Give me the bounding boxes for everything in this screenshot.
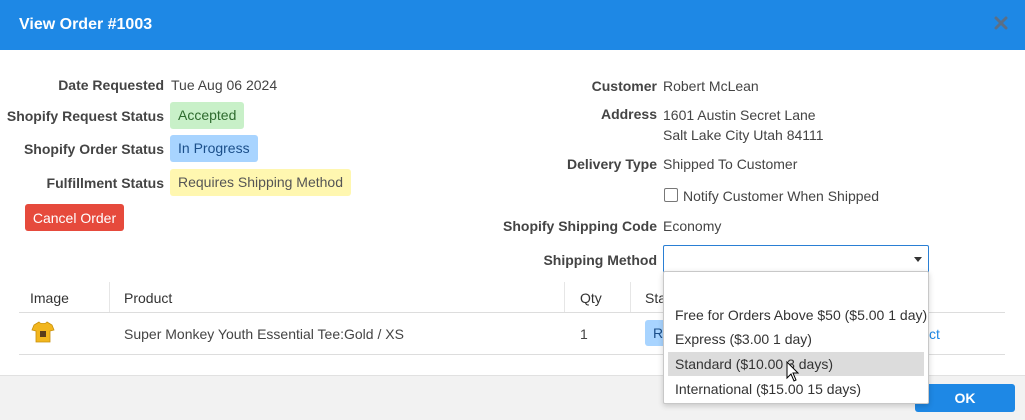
close-icon[interactable] [991, 13, 1011, 33]
table-cell-qty: 1 [580, 326, 588, 342]
address-line1: 1601 Austin Secret Lane [663, 107, 816, 123]
fulfillment-status-badge: Requires Shipping Method [170, 169, 351, 196]
notify-customer-checkbox[interactable] [664, 188, 678, 202]
shopify-request-status-badge: Accepted [170, 102, 245, 129]
column-divider [564, 282, 565, 312]
delivery-type-label: Delivery Type [566, 156, 657, 172]
customer-value: Robert McLean [663, 78, 759, 94]
shopify-shipping-code-value: Economy [663, 218, 722, 234]
table-header-product: Product [124, 290, 173, 306]
row-action-link[interactable]: ct [929, 326, 940, 342]
address-label: Address [600, 106, 657, 122]
tshirt-icon [31, 321, 55, 343]
mouse-cursor-icon [786, 361, 800, 382]
shipping-method-select[interactable] [663, 245, 929, 273]
column-divider [109, 282, 110, 312]
dropdown-option-express[interactable]: Express ($3.00 1 day) [668, 327, 924, 351]
address-line2: Salt Lake City Utah 84111 [663, 127, 824, 143]
cancel-order-button[interactable]: Cancel Order [25, 204, 124, 231]
delivery-type-value: Shipped To Customer [663, 156, 798, 172]
shopify-shipping-code-label: Shopify Shipping Code [503, 218, 657, 234]
shopify-order-status-label: Shopify Order Status [23, 141, 164, 157]
shipping-method-label: Shipping Method [543, 252, 657, 268]
dropdown-option-empty[interactable] [668, 280, 924, 304]
dropdown-option-free[interactable]: Free for Orders Above $50 ($5.00 1 day) [668, 303, 927, 327]
chevron-down-icon [914, 257, 922, 262]
column-divider [630, 282, 631, 312]
table-header-qty: Qty [580, 290, 602, 306]
table-header-image: Image [30, 290, 69, 306]
shopify-order-status-badge: In Progress [170, 135, 258, 162]
fulfillment-status-label: Fulfillment Status [46, 175, 164, 191]
date-requested-value: Tue Aug 06 2024 [171, 77, 278, 93]
shopify-request-status-label: Shopify Request Status [6, 108, 164, 124]
ok-button[interactable]: OK [915, 384, 1015, 412]
shipping-method-dropdown: Free for Orders Above $50 ($5.00 1 day) … [663, 271, 929, 404]
notify-customer-label[interactable]: Notify Customer When Shipped [683, 188, 879, 204]
modal-title: View Order #1003 [19, 16, 153, 33]
table-cell-product: Super Monkey Youth Essential Tee:Gold / … [124, 326, 404, 342]
date-requested-label: Date Requested [58, 77, 164, 93]
customer-label: Customer [591, 78, 657, 94]
modal-header: View Order #1003 [0, 0, 1025, 50]
